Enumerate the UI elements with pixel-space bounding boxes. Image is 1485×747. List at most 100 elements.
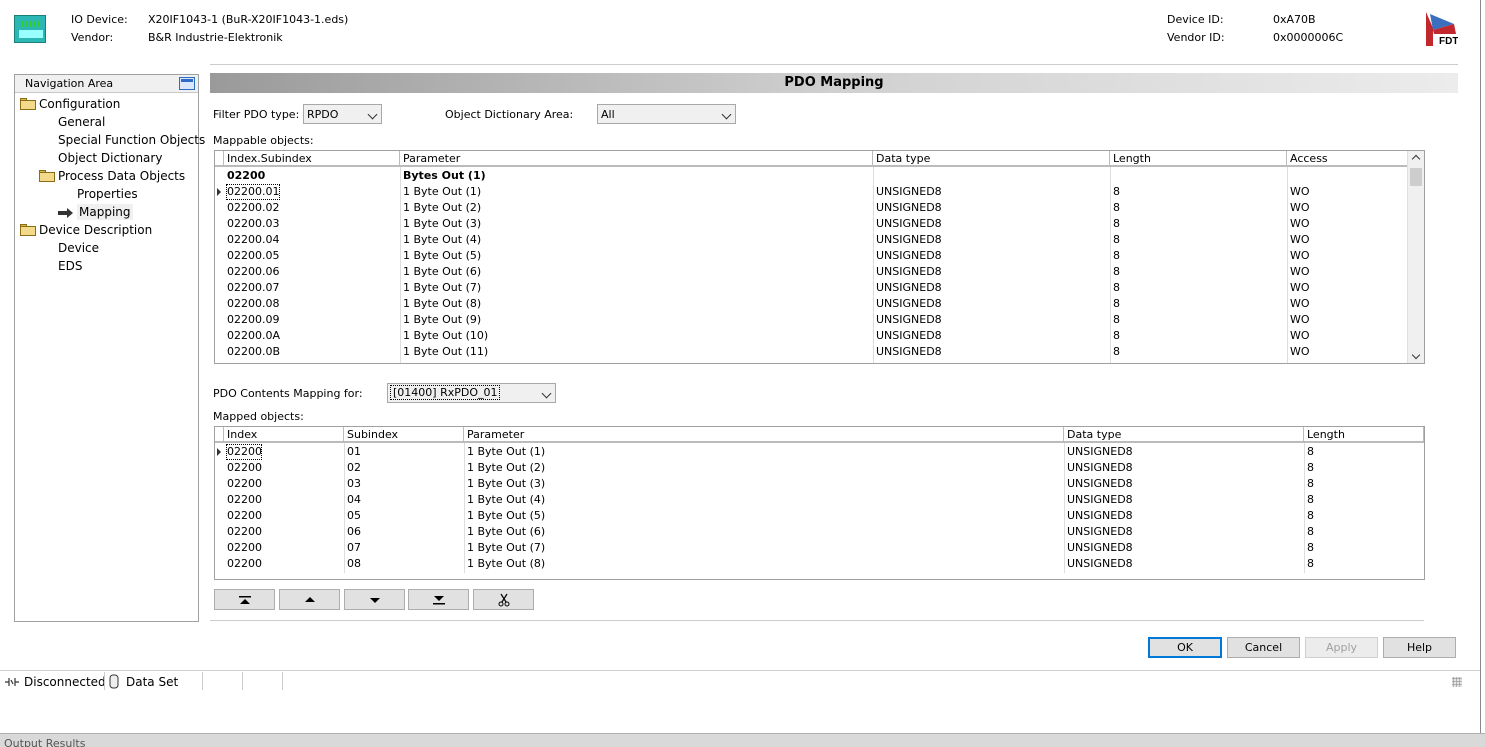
mappable-cell[interactable]: 02200.0A (226, 328, 280, 344)
row-selector[interactable] (215, 280, 223, 296)
mapped-cell[interactable]: 02200 (226, 540, 262, 556)
nav-item-device[interactable]: Device (58, 240, 99, 256)
column-header-length[interactable]: Length (1110, 151, 1287, 167)
mappable-cell[interactable]: 02200.04 (226, 232, 280, 248)
mappable-cell[interactable]: WO (1289, 280, 1310, 296)
mappable-cell[interactable]: UNSIGNED8 (875, 184, 942, 200)
vertical-scrollbar[interactable] (1407, 151, 1424, 363)
column-header-parameter[interactable]: Parameter (400, 151, 873, 167)
mapped-cell[interactable]: 02200 (226, 508, 262, 524)
mapped-cell[interactable]: 02200 (226, 524, 262, 540)
mappable-cell[interactable]: 02200.05 (226, 248, 280, 264)
object-dictionary-area-select[interactable]: All (597, 104, 736, 124)
row-selector[interactable] (215, 524, 223, 540)
mappable-cell[interactable]: 8 (1112, 248, 1120, 264)
mappable-cell[interactable]: 8 (1112, 280, 1120, 296)
resize-grip[interactable] (1452, 677, 1462, 687)
mapped-cell[interactable]: 06 (346, 524, 361, 540)
mappable-cell[interactable]: UNSIGNED8 (875, 328, 942, 344)
mapped-cell[interactable]: 07 (346, 540, 361, 556)
scroll-thumb[interactable] (1410, 168, 1422, 186)
window-icon[interactable] (179, 77, 195, 90)
mappable-cell[interactable]: WO (1289, 248, 1310, 264)
row-selector[interactable] (215, 264, 223, 280)
ok-button[interactable]: OK (1148, 637, 1222, 658)
move-down-button[interactable] (344, 589, 405, 610)
mappable-cell[interactable]: WO (1289, 328, 1310, 344)
mappable-cell[interactable]: 8 (1112, 312, 1120, 328)
mappable-cell[interactable]: WO (1289, 200, 1310, 216)
mappable-cell[interactable]: WO (1289, 232, 1310, 248)
mapped-cell[interactable]: 05 (346, 508, 361, 524)
mappable-cell[interactable]: WO (1289, 312, 1310, 328)
mapped-cell[interactable]: 1 Byte Out (5) (466, 508, 545, 524)
mapped-cell[interactable]: 1 Byte Out (1) (466, 444, 545, 460)
mapped-cell[interactable]: 1 Byte Out (2) (466, 460, 545, 476)
nav-item-device-description[interactable]: Device Description (39, 222, 152, 238)
row-selector[interactable] (215, 232, 223, 248)
mappable-objects-grid[interactable]: Index.Subindex Parameter Data type Lengt… (214, 150, 1425, 364)
nav-item-special-function-objects[interactable]: Special Function Objects (58, 132, 205, 148)
mappable-cell[interactable]: 1 Byte Out (10) (402, 328, 488, 344)
nav-item-properties[interactable]: Properties (77, 186, 138, 202)
mappable-cell[interactable]: 1 Byte Out (9) (402, 312, 481, 328)
mapped-cell[interactable]: 8 (1306, 476, 1314, 492)
mappable-cell[interactable]: 02200 (226, 168, 265, 184)
row-selector[interactable] (215, 296, 223, 312)
mapped-cell[interactable]: 8 (1306, 556, 1314, 572)
row-selector[interactable] (215, 508, 223, 524)
mappable-cell[interactable]: UNSIGNED8 (875, 344, 942, 360)
mappable-cell[interactable]: UNSIGNED8 (875, 296, 942, 312)
mappable-cell[interactable]: UNSIGNED8 (875, 232, 942, 248)
nav-item-object-dictionary[interactable]: Object Dictionary (58, 150, 162, 166)
nav-item-eds[interactable]: EDS (58, 258, 82, 274)
mappable-cell[interactable]: 1 Byte Out (11) (402, 344, 488, 360)
mappable-cell[interactable]: 8 (1112, 344, 1120, 360)
row-selector[interactable] (215, 328, 223, 344)
mappable-cell[interactable]: Bytes Out (1) (402, 168, 486, 184)
mapped-cell[interactable]: 1 Byte Out (6) (466, 524, 545, 540)
pdo-contents-mapping-select[interactable]: [01400] RxPDO_01 (387, 383, 556, 403)
mapped-cell[interactable]: UNSIGNED8 (1066, 508, 1133, 524)
mappable-cell[interactable]: 8 (1112, 232, 1120, 248)
mapped-cell[interactable]: UNSIGNED8 (1066, 476, 1133, 492)
mappable-cell[interactable]: UNSIGNED8 (875, 264, 942, 280)
row-selector[interactable] (215, 184, 223, 200)
column-header-index[interactable]: Index (224, 427, 344, 443)
nav-item-general[interactable]: General (58, 114, 105, 130)
mapped-cell[interactable]: 8 (1306, 460, 1314, 476)
mapped-cell[interactable]: 1 Byte Out (3) (466, 476, 545, 492)
column-header-length[interactable]: Length (1304, 427, 1424, 443)
mappable-cell[interactable] (1112, 168, 1113, 184)
column-header-access[interactable]: Access (1287, 151, 1408, 167)
row-selector[interactable] (215, 344, 223, 360)
mapped-cell[interactable]: 1 Byte Out (7) (466, 540, 545, 556)
mapped-cell[interactable]: UNSIGNED8 (1066, 492, 1133, 508)
mapped-cell[interactable]: 1 Byte Out (4) (466, 492, 545, 508)
row-selector[interactable] (215, 248, 223, 264)
mappable-cell[interactable]: WO (1289, 216, 1310, 232)
nav-item-process-data-objects[interactable]: Process Data Objects (58, 168, 185, 184)
filter-pdo-type-select[interactable]: RPDO (303, 104, 382, 124)
mappable-cell[interactable]: 1 Byte Out (4) (402, 232, 481, 248)
mapped-cell[interactable]: UNSIGNED8 (1066, 460, 1133, 476)
mapped-cell[interactable]: UNSIGNED8 (1066, 556, 1133, 572)
mappable-cell[interactable]: 02200.01 (226, 184, 280, 200)
mapped-cell[interactable]: 8 (1306, 540, 1314, 556)
move-up-button[interactable] (279, 589, 340, 610)
mapped-cell[interactable]: 02200 (226, 476, 262, 492)
mappable-cell[interactable]: 8 (1112, 184, 1120, 200)
mapped-cell[interactable]: 02200 (226, 444, 262, 460)
mapped-cell[interactable]: 1 Byte Out (8) (466, 556, 545, 572)
mapped-cell[interactable]: 01 (346, 444, 361, 460)
mappable-cell[interactable] (1289, 168, 1290, 184)
mappable-cell[interactable]: WO (1289, 184, 1310, 200)
mapped-cell[interactable]: 8 (1306, 524, 1314, 540)
mappable-cell[interactable]: UNSIGNED8 (875, 312, 942, 328)
mappable-cell[interactable]: 8 (1112, 328, 1120, 344)
mappable-cell[interactable]: 8 (1112, 296, 1120, 312)
row-selector[interactable] (215, 444, 223, 460)
mappable-cell[interactable]: 02200.07 (226, 280, 280, 296)
mappable-cell[interactable]: UNSIGNED8 (875, 216, 942, 232)
mapped-cell[interactable]: 8 (1306, 492, 1314, 508)
